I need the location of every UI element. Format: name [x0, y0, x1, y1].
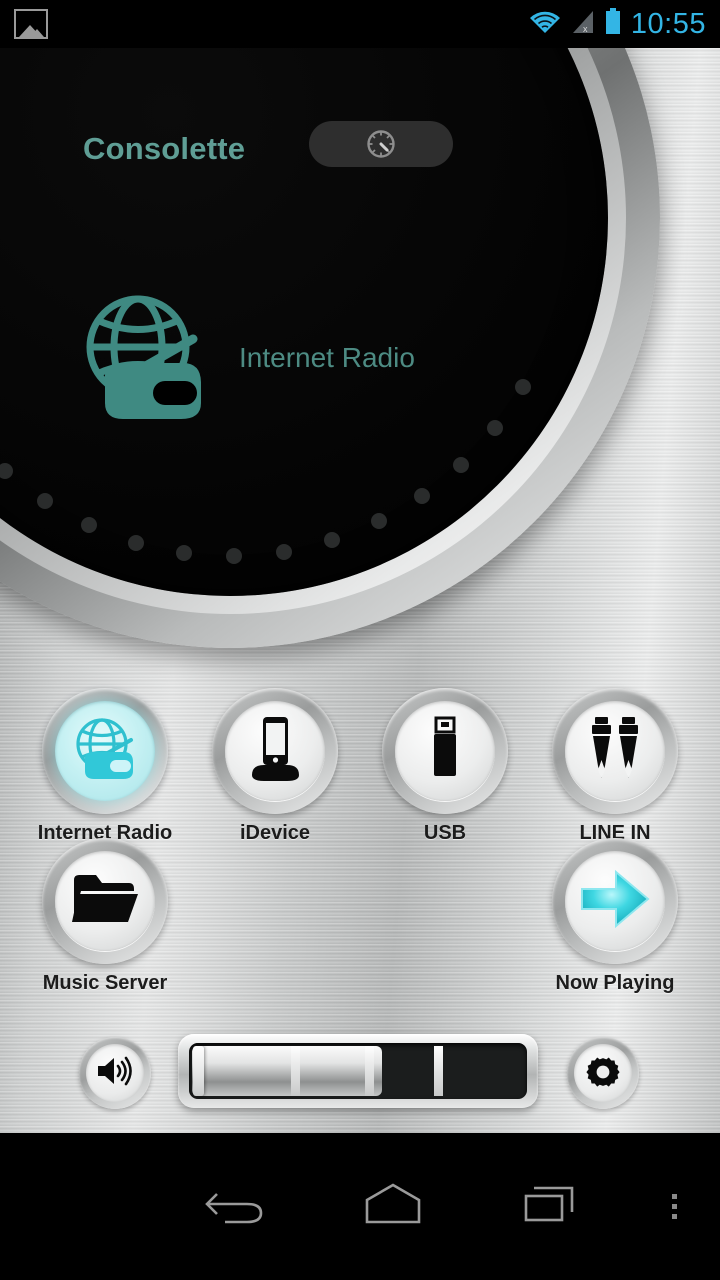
folder-icon: [70, 870, 140, 933]
svg-text:x: x: [583, 24, 588, 34]
dial-dot: [226, 547, 243, 564]
home-icon: [362, 1182, 424, 1231]
dial-dot: [275, 543, 292, 560]
wifi-icon: [528, 9, 562, 40]
recents-icon: [522, 1182, 578, 1231]
source-row-1: Internet Radio iDevice USB LINE IN: [0, 688, 720, 844]
knob-bezel: [382, 688, 508, 814]
nav-back-button[interactable]: [157, 1133, 314, 1280]
status-bar-clock: 10:55: [630, 7, 706, 40]
dial-dot: [80, 517, 97, 534]
volume-track[interactable]: [189, 1043, 527, 1099]
source-button-line-in[interactable]: LINE IN: [551, 688, 679, 845]
dial-dot: [413, 488, 430, 505]
gear-icon: [584, 1052, 622, 1095]
source-button-idevice[interactable]: iDevice: [211, 688, 339, 845]
status-bar-left: [14, 9, 48, 39]
status-bar: x 10:55: [0, 0, 720, 48]
idevice-dock-icon: [244, 713, 306, 790]
dial-dot: [127, 534, 144, 551]
knob-face: [55, 701, 155, 801]
knob-face: [55, 851, 155, 951]
volume-handle[interactable]: [193, 1046, 204, 1096]
signal-off-icon: x: [571, 9, 595, 40]
internet-radio-globe-icon: [75, 287, 213, 430]
volume-button[interactable]: [79, 1037, 151, 1109]
source-label: Music Server: [42, 972, 168, 994]
source-button-internet-radio[interactable]: Internet Radio: [38, 688, 172, 845]
button-face: [86, 1044, 144, 1102]
gallery-icon: [14, 9, 48, 39]
volume-segment-divider: [291, 1046, 300, 1096]
knob-face: [565, 851, 665, 951]
nav-recents-button[interactable]: [471, 1133, 628, 1280]
dial-dot: [37, 492, 54, 509]
knob-bezel: [42, 838, 168, 964]
overflow-menu-icon: [671, 1194, 677, 1219]
speaker-volume-icon: [95, 1054, 135, 1093]
usb-drive-icon: [420, 713, 470, 790]
knob-bezel: [42, 688, 168, 814]
volume-fill: [192, 1046, 383, 1096]
source-button-usb[interactable]: USB: [381, 688, 509, 845]
knob-face: [565, 701, 665, 801]
source-button-now-playing[interactable]: Now Playing: [551, 838, 679, 995]
knob-face: [225, 701, 325, 801]
dial-dot: [0, 462, 14, 479]
app-background: Consolette Internet Radio Internet Radio…: [0, 48, 720, 1133]
nav-home-button[interactable]: [314, 1133, 471, 1280]
settings-button[interactable]: [567, 1037, 639, 1109]
knob-bezel: [552, 688, 678, 814]
source-button-music-server[interactable]: Music Server: [41, 838, 169, 995]
current-source-display: Internet Radio: [75, 288, 545, 428]
status-bar-right: x 10:55: [528, 8, 706, 40]
source-row-2: Music Server Now Playing: [0, 838, 720, 994]
phone-screen: x 10:55 Consolette Internet Radio Intern…: [0, 0, 720, 1280]
volume-segment-divider: [365, 1046, 374, 1096]
volume-segment-divider: [434, 1046, 443, 1096]
volume-slider[interactable]: [178, 1034, 538, 1108]
rca-plugs-icon: [582, 714, 648, 789]
arrow-right-icon: [576, 864, 654, 939]
knob-face: [395, 701, 495, 801]
button-face: [574, 1044, 632, 1102]
sleep-timer-clock-icon: [364, 127, 398, 161]
page-title: Consolette: [83, 131, 246, 166]
internet-radio-globe-icon: [69, 714, 141, 789]
current-source-label: Internet Radio: [239, 342, 415, 373]
dial-dot: [176, 544, 193, 561]
knob-bezel: [552, 838, 678, 964]
back-arrow-icon: [204, 1180, 267, 1233]
dial-dot: [452, 456, 469, 473]
source-buttons-grid: Internet Radio iDevice USB LINE IN Music…: [0, 688, 720, 994]
sleep-timer-button[interactable]: [309, 121, 453, 167]
dial-dot: [324, 532, 341, 549]
nav-overflow-menu-button[interactable]: [628, 1133, 720, 1280]
source-label: Now Playing: [555, 972, 675, 994]
dial-dot: [370, 513, 387, 530]
control-bar: [0, 1033, 720, 1133]
android-navigation-bar: [0, 1133, 720, 1280]
knob-bezel: [212, 688, 338, 814]
battery-icon: [604, 8, 622, 40]
